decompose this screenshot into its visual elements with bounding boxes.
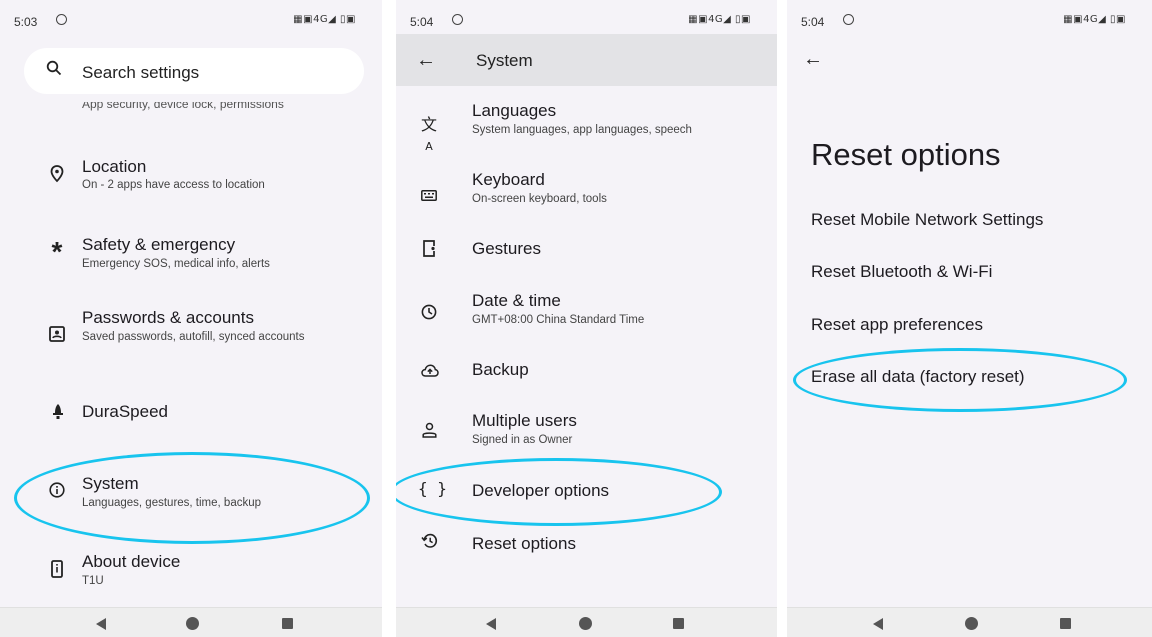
sync-icon (56, 14, 67, 25)
system-item-date-time[interactable]: Date & time GMT+08:00 China Standard Tim… (396, 291, 777, 331)
account-box-icon (49, 326, 65, 342)
item-subtitle: Languages, gestures, time, backup (82, 497, 262, 509)
item-title: System (82, 474, 139, 493)
reset-bluetooth-wifi-option[interactable]: Reset Bluetooth & Wi-Fi (811, 262, 992, 282)
cloud-upload-icon (421, 364, 439, 377)
status-time: 5:04 (801, 15, 825, 29)
translate-icon: 文A (420, 115, 437, 153)
item-subtitle: T1U (82, 575, 104, 587)
app-bar: ← System (396, 34, 777, 86)
info-icon (49, 482, 65, 498)
back-arrow-icon[interactable]: ← (416, 49, 436, 72)
clipped-subtitle: App security, device lock, permissions (82, 102, 284, 111)
sync-icon (843, 14, 854, 25)
search-placeholder: Search settings (82, 63, 200, 82)
system-item-languages[interactable]: 文A Languages System languages, app langu… (396, 101, 777, 153)
status-time: 5:03 (14, 15, 38, 29)
status-time: 5:04 (410, 15, 434, 29)
settings-item-system[interactable]: System Languages, gestures, time, backup (0, 472, 382, 522)
item-subtitle: Saved passwords, autofill, synced accoun… (82, 331, 305, 343)
settings-item-passwords[interactable]: Passwords & accounts Saved passwords, au… (0, 306, 382, 366)
search-icon (46, 60, 62, 76)
item-subtitle: On-screen keyboard, tools (472, 193, 607, 205)
status-icons: ▦▣4G◢ ▯▣ (688, 14, 751, 25)
asterisk-icon: * (51, 236, 63, 267)
system-item-multiple-users[interactable]: Multiple users Signed in as Owner (396, 411, 777, 451)
item-title: Date & time (472, 291, 561, 310)
item-subtitle: Signed in as Owner (472, 434, 573, 446)
system-screen: 5:04 ▦▣4G◢ ▯▣ ← System 文A Languages Syst… (396, 0, 777, 637)
item-subtitle: Emergency SOS, medical info, alerts (82, 258, 270, 270)
reset-app-preferences-option[interactable]: Reset app preferences (811, 315, 983, 335)
item-title: Multiple users (472, 411, 577, 430)
nav-back-icon[interactable] (873, 618, 883, 630)
clock-icon (421, 304, 437, 320)
item-title: Passwords & accounts (82, 308, 254, 327)
system-item-reset-options[interactable]: Reset options (396, 531, 777, 559)
status-icons: ▦▣4G◢ ▯▣ (1063, 14, 1126, 25)
nav-home-icon[interactable] (579, 617, 592, 630)
item-title: Keyboard (472, 170, 545, 189)
item-title: Reset options (472, 534, 576, 553)
item-subtitle: System languages, app languages, speech (472, 124, 692, 136)
system-item-backup[interactable]: Backup (396, 358, 777, 386)
nav-recents-icon[interactable] (282, 618, 293, 629)
gestures-icon (423, 240, 435, 257)
nav-back-icon[interactable] (486, 618, 496, 630)
item-title: DuraSpeed (82, 402, 169, 421)
item-title: Gestures (472, 239, 541, 258)
location-pin-icon (50, 165, 64, 183)
nav-home-icon[interactable] (186, 617, 199, 630)
item-subtitle: GMT+08:00 China Standard Time (472, 314, 645, 326)
item-title: Location (82, 157, 147, 176)
system-item-developer-options[interactable]: { } Developer options (396, 478, 777, 506)
back-arrow-icon[interactable]: ← (803, 48, 823, 71)
item-title: Languages (472, 101, 557, 120)
device-info-icon (51, 560, 63, 578)
braces-icon: { } (418, 479, 447, 498)
keyboard-icon (421, 190, 437, 201)
nav-recents-icon[interactable] (1060, 618, 1071, 629)
status-bar: 5:03 ▦▣4G◢ ▯▣ (0, 0, 382, 40)
nav-recents-icon[interactable] (673, 618, 684, 629)
page-title: System (476, 51, 533, 70)
item-title: About device (82, 552, 181, 571)
page-title: Reset options (811, 137, 1001, 172)
search-bar[interactable]: Search settings (24, 48, 364, 94)
status-bar: 5:04 ▦▣4G◢ ▯▣ (787, 0, 1152, 40)
system-item-keyboard[interactable]: Keyboard On-screen keyboard, tools (396, 170, 777, 210)
item-title: Developer options (472, 481, 610, 500)
navigation-bar (0, 607, 382, 637)
sync-icon (452, 14, 463, 25)
settings-item-duraspeed[interactable]: DuraSpeed (0, 398, 382, 428)
system-item-gestures[interactable]: Gestures (396, 236, 777, 264)
person-icon (422, 422, 437, 438)
navigation-bar (396, 607, 777, 637)
settings-item-safety[interactable]: * Safety & emergency Emergency SOS, medi… (0, 234, 382, 284)
item-title: Safety & emergency (82, 235, 236, 254)
reset-mobile-network-option[interactable]: Reset Mobile Network Settings (811, 210, 1043, 230)
nav-home-icon[interactable] (965, 617, 978, 630)
navigation-bar (787, 607, 1152, 637)
reset-options-screen: 5:04 ▦▣4G◢ ▯▣ ← Reset options Reset Mobi… (787, 0, 1152, 637)
rocket-icon (53, 404, 63, 419)
settings-item-about[interactable]: About device T1U (0, 550, 382, 590)
erase-all-data-option[interactable]: Erase all data (factory reset) (811, 367, 1025, 387)
item-subtitle: On - 2 apps have access to location (82, 179, 265, 191)
settings-item-location[interactable]: Location On - 2 apps have access to loca… (0, 155, 382, 205)
status-icons: ▦▣4G◢ ▯▣ (293, 14, 356, 25)
item-title: Backup (472, 360, 529, 379)
nav-back-icon[interactable] (96, 618, 106, 630)
history-icon (421, 533, 438, 548)
settings-screen: 5:03 ▦▣4G◢ ▯▣ Search settings App securi… (0, 0, 382, 637)
